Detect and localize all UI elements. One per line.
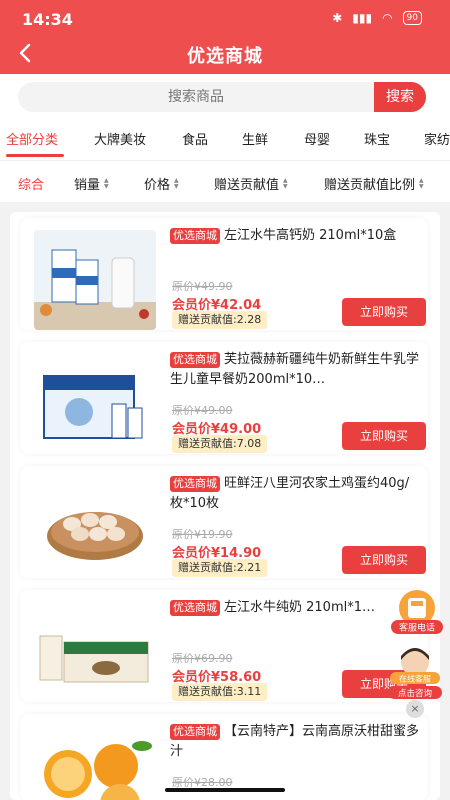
sort-label: 综合 [18,178,45,193]
contribution-badge: 赠送贡献值:2.21 [172,559,268,577]
product-list: 优选商城 左江水牛高钙奶 210ml*10盒 原价¥49.90 会员价¥42.04… [10,212,440,800]
tab-maternity[interactable]: 母婴 [304,129,330,148]
signal-icon: ▮▮▮ [352,11,373,25]
service-label-top: 在线客服 [399,674,431,684]
sort-label: 赠送贡献值 [214,178,280,193]
tab-all-categories[interactable]: 全部分类 [6,129,58,148]
sort-comprehensive[interactable]: 综合 [18,174,44,193]
sort-bar: 综合 销量 ▲ ▼ 价格 ▲ ▼ 赠送贡献值 ▲ ▼ 赠送贡献值比例 ▲ ▼ [0,160,450,202]
mall-tag: 优选商城 [170,600,220,616]
search-bar: 搜索 [0,74,450,120]
sort-contribution-ratio[interactable]: 赠送贡献值比例 ▲ ▼ [324,174,424,193]
product-title: 优选商城 【云南特产】云南高原沃柑甜蜜多汁 [170,722,420,762]
page-title: 优选商城 [187,46,263,67]
sort-arrows-icon: ▲ ▼ [104,176,109,190]
active-tab-indicator [6,154,64,157]
search-input[interactable] [18,82,374,112]
product-name: 左江水牛高钙奶 210ml*10盒 [224,228,397,243]
home-indicator [165,788,285,792]
close-float-button[interactable]: × [406,700,424,718]
tab-fresh[interactable]: 生鲜 [242,129,268,148]
product-image-xinjiang-milk[interactable] [34,354,156,454]
product-title: 优选商城 左江水牛高钙奶 210ml*10盒 [170,226,420,246]
product-card[interactable]: 优选商城 旺鲜汪八里河农家土鸡蛋约40g/枚*10枚 原价¥19.90 会员价¥1… [20,466,428,578]
mall-tag: 优选商城 [170,724,220,740]
contribution-badge: 赠送贡献值:2.28 [172,311,268,329]
phone-label: 客服电话 [399,622,435,634]
sort-label: 赠送贡献值比例 [324,178,416,193]
sort-arrows-icon: ▲ ▼ [174,176,179,190]
search-button[interactable]: 搜索 [374,82,426,112]
status-time: 14:34 [22,10,73,29]
buy-now-button[interactable]: 立即购买 [342,298,426,326]
contribution-badge: 赠送贡献值:7.08 [172,435,268,453]
original-price: 原价¥19.90 [172,528,233,541]
wifi-icon: ◠ [382,11,393,25]
sort-label: 销量 [74,178,101,193]
customer-phone-button[interactable]: 客服电话 [388,586,446,636]
search-box: 搜索 [18,82,426,112]
product-title: 优选商城 旺鲜汪八里河农家土鸡蛋约40g/枚*10枚 [170,474,420,514]
tab-home-textile[interactable]: 家纺 [424,129,450,148]
tab-food[interactable]: 食品 [182,129,208,148]
battery-icon: 90 [402,11,422,25]
category-tabs: 全部分类 大牌美妆 食品 生鲜 母婴 珠宝 家纺 [0,120,450,160]
tab-jewelry[interactable]: 珠宝 [364,129,390,148]
product-image-milk[interactable] [34,230,156,330]
mall-tag: 优选商城 [170,352,220,368]
sort-price[interactable]: 价格 ▲ ▼ [144,174,179,193]
sort-contribution[interactable]: 赠送贡献值 ▲ ▼ [214,174,288,193]
original-price: 原价¥49.90 [172,280,233,293]
product-image-eggs[interactable] [34,478,156,578]
product-image-buffalo-milk[interactable] [34,602,156,702]
sort-sales[interactable]: 销量 ▲ ▼ [74,174,109,193]
tab-beauty[interactable]: 大牌美妆 [94,129,146,148]
buy-now-button[interactable]: 立即购买 [342,422,426,450]
sort-arrows-icon: ▲ ▼ [419,176,424,190]
product-image-oranges[interactable] [34,726,156,800]
status-bar: 14:34 ✱ ▮▮▮ ◠ 90 [0,0,450,34]
online-service-button[interactable]: 在线客服 点击咨询 [384,642,446,700]
bluetooth-icon: ✱ [332,11,343,25]
original-price: 原价¥69.90 [172,652,233,665]
product-name: 左江水牛纯奶 210ml*1… [224,600,375,615]
service-label-bottom: 点击咨询 [398,688,432,699]
sort-arrows-icon: ▲ ▼ [283,176,288,190]
product-card[interactable]: 优选商城 左江水牛纯奶 210ml*1… 原价¥69.90 会员价¥58.60 赠… [20,590,428,702]
product-card[interactable]: 优选商城 芙拉薇赫新疆纯牛奶新鲜生牛乳学生儿童早餐奶200ml*10… 原价¥49… [20,342,428,454]
original-price: 原价¥49.00 [172,404,233,417]
product-card[interactable]: 优选商城 左江水牛高钙奶 210ml*10盒 原价¥49.90 会员价¥42.04… [20,218,428,330]
product-title: 优选商城 左江水牛纯奶 210ml*1… [170,598,420,618]
status-icons: ✱ ▮▮▮ ◠ 90 [332,11,422,25]
sort-label: 价格 [144,178,171,193]
contribution-badge: 赠送贡献值:3.11 [172,683,268,701]
app-header: 14:34 ✱ ▮▮▮ ◠ 90 优选商城 [0,0,450,74]
mall-tag: 优选商城 [170,228,220,244]
product-title: 优选商城 芙拉薇赫新疆纯牛奶新鲜生牛乳学生儿童早餐奶200ml*10… [170,350,420,390]
buy-now-button[interactable]: 立即购买 [342,546,426,574]
mall-tag: 优选商城 [170,476,220,492]
